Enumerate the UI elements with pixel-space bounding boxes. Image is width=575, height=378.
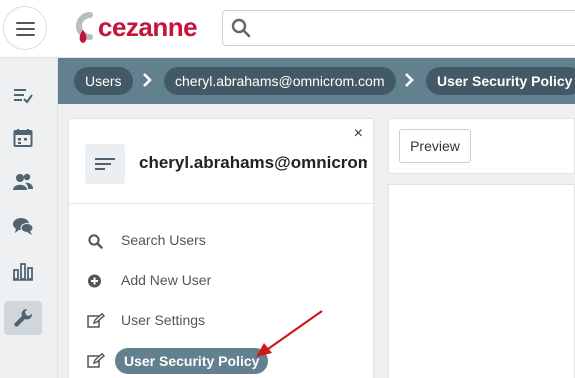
search-input[interactable] bbox=[257, 11, 567, 45]
rail-item-calendar[interactable] bbox=[4, 121, 42, 155]
rail-item-admin[interactable] bbox=[4, 301, 42, 335]
plus-circle-icon bbox=[88, 274, 101, 288]
bar-chart-icon bbox=[13, 263, 33, 281]
people-icon bbox=[13, 173, 33, 190]
calendar-icon bbox=[13, 129, 33, 147]
menu-item-add-new-user[interactable]: Add New User bbox=[87, 266, 357, 294]
chevron-right-icon bbox=[143, 73, 152, 87]
rail-item-reports[interactable] bbox=[4, 254, 42, 288]
panel-title: cheryl.abrahams@omnicrom.com bbox=[139, 153, 367, 172]
search-icon bbox=[231, 18, 251, 38]
rail-item-messages[interactable] bbox=[4, 209, 42, 243]
wrench-icon bbox=[14, 308, 33, 327]
content-toolbar: Preview bbox=[388, 118, 575, 174]
lines-icon bbox=[95, 158, 115, 170]
edit-icon bbox=[87, 353, 105, 368]
search-icon bbox=[88, 234, 103, 249]
divider bbox=[69, 203, 373, 204]
logo-text: cezanne bbox=[98, 12, 198, 42]
menu-item-label: Search Users bbox=[121, 232, 206, 248]
hamburger-icon bbox=[16, 22, 35, 24]
chevron-right-icon bbox=[405, 73, 414, 87]
user-record-icon bbox=[85, 144, 125, 184]
rail-item-people[interactable] bbox=[4, 165, 42, 199]
left-navigation-rail bbox=[0, 58, 58, 378]
preview-button[interactable]: Preview bbox=[399, 129, 471, 163]
hamburger-icon-line bbox=[16, 28, 35, 30]
menu-item-search-users[interactable]: Search Users bbox=[87, 226, 357, 254]
logo-mark-icon bbox=[76, 12, 93, 43]
edit-icon bbox=[87, 313, 105, 328]
breadcrumb-user-email[interactable]: cheryl.abrahams@omnicrom.com bbox=[164, 67, 396, 95]
hamburger-menu-button[interactable] bbox=[3, 6, 47, 50]
top-bar: cezanne bbox=[0, 0, 575, 58]
breadcrumb-users[interactable]: Users bbox=[74, 67, 133, 95]
annotation-arrow-icon bbox=[256, 310, 323, 357]
global-search[interactable] bbox=[222, 10, 575, 46]
hamburger-icon-line bbox=[16, 34, 35, 36]
checklist-icon bbox=[14, 89, 33, 104]
content-area bbox=[388, 184, 575, 378]
menu-item-label: User Settings bbox=[121, 312, 206, 328]
breadcrumb-user-security-policy: User Security Policy bbox=[426, 67, 575, 95]
menu-item-label: User Security Policy bbox=[115, 348, 269, 374]
cezanne-logo[interactable]: cezanne bbox=[72, 10, 202, 46]
breadcrumb: Users cheryl.abrahams@omnicrom.com User … bbox=[58, 58, 575, 104]
rail-item-tasks[interactable] bbox=[4, 78, 42, 112]
chat-icon bbox=[13, 218, 33, 235]
menu-item-label: Add New User bbox=[121, 272, 212, 288]
close-icon[interactable]: × bbox=[354, 125, 363, 143]
